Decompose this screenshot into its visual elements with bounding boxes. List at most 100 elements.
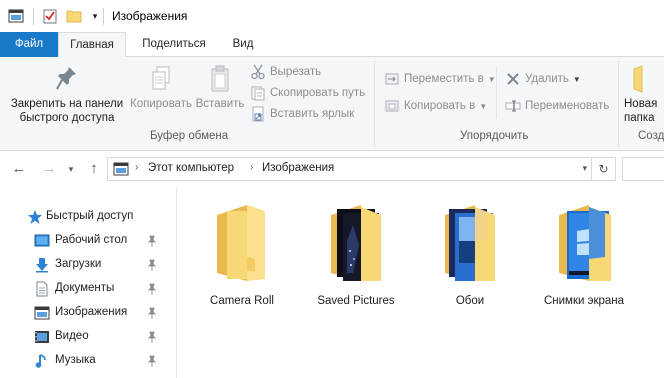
breadcrumb-pictures[interactable]: Изображения <box>262 162 334 174</box>
copy-icon <box>126 65 196 93</box>
sidebar-item-videos[interactable]: Видео <box>0 325 176 349</box>
sidebar-item-downloads[interactable]: Загрузки <box>0 253 176 277</box>
paste-button[interactable]: Вставить <box>194 65 246 111</box>
folder-label: Camera Roll <box>210 295 274 307</box>
delete-dropdown-icon: ▼ <box>572 74 581 84</box>
sidebar-item-music[interactable]: Музыка <box>0 349 176 373</box>
new-group-label: Созд <box>638 130 664 142</box>
this-pc-address-icon <box>113 161 129 180</box>
sidebar-item-label: Видео <box>55 330 89 342</box>
navigation-pane: Быстрый доступ Рабочий стол Загрузки Док… <box>0 187 180 378</box>
copy-path-label: Скопировать путь <box>270 87 366 99</box>
paste-label: Вставить <box>195 98 245 110</box>
properties-icon[interactable] <box>42 8 58 24</box>
new-folder-ribbon-icon <box>624 65 664 93</box>
clipboard-group-label: Буфер обмена <box>150 130 229 142</box>
paste-shortcut-label: Вставить ярлык <box>270 108 355 120</box>
copy-label: Копировать <box>130 98 192 110</box>
tab-home[interactable]: Главная <box>58 32 126 58</box>
desktop-icon <box>34 233 50 249</box>
sidebar-item-label: Музыка <box>55 354 96 366</box>
address-dropdown-icon[interactable]: ▾ <box>582 163 587 174</box>
folder-label: Снимки экрана <box>543 295 625 307</box>
sidebar-item-label: Рабочий стол <box>55 234 128 246</box>
copy-path-icon <box>250 85 266 101</box>
move-to-button[interactable]: Переместить в ▼ <box>384 70 496 88</box>
new-folder-button[interactable]: Новая папка <box>624 65 664 125</box>
copy-path-button[interactable]: Скопировать путь <box>250 84 365 102</box>
pinned-icon[interactable] <box>147 331 157 343</box>
new-folder-icon[interactable] <box>66 8 82 24</box>
title-separator <box>33 8 34 25</box>
tab-share[interactable]: Поделиться <box>130 32 218 57</box>
new-folder-label-line1: Новая <box>624 98 658 110</box>
new-folder-label-line2: папка <box>624 112 655 124</box>
tab-view[interactable]: Вид <box>222 32 264 57</box>
ribbon: Закрепить на панели быстрого доступа Коп… <box>0 57 664 151</box>
folder-item[interactable]: Снимки экрана <box>534 201 634 311</box>
scissors-icon <box>250 64 266 80</box>
group-separator-3 <box>618 61 619 147</box>
address-bar[interactable]: › Этот компьютер › Изображения ▾ ↻ <box>107 157 616 181</box>
search-input[interactable] <box>622 157 664 181</box>
sidebar-item-quick-access[interactable]: Быстрый доступ <box>0 205 176 229</box>
group-separator-2 <box>496 67 497 119</box>
up-arrow-icon[interactable]: ↑ <box>85 160 103 178</box>
refresh-icon[interactable]: ↻ <box>591 158 615 180</box>
paste-shortcut-button[interactable]: Вставить ярлык <box>250 105 354 123</box>
sidebar-item-label: Загрузки <box>55 258 102 270</box>
cut-button[interactable]: Вырезать <box>250 63 321 81</box>
navigation-bar: ← → ▾ ↑ › Этот компьютер › Изображения ▾… <box>0 151 664 187</box>
sidebar-item-label: Быстрый доступ <box>46 210 134 222</box>
explorer-window-icon[interactable] <box>8 8 24 24</box>
pin-label-line1: Закрепить на панели <box>10 98 124 110</box>
pinned-icon[interactable] <box>147 283 157 295</box>
rename-label: Переименовать <box>525 100 610 112</box>
sidebar-item-pictures[interactable]: Изображения <box>0 301 176 325</box>
tab-file[interactable]: Файл <box>0 32 58 57</box>
breadcrumb-separator-icon[interactable]: › <box>250 162 253 173</box>
breadcrumb-this-pc[interactable]: Этот компьютер <box>148 162 234 174</box>
folder-label: Обои <box>455 295 485 307</box>
pinned-icon[interactable] <box>147 355 157 367</box>
move-to-dropdown-icon: ▼ <box>487 74 496 84</box>
star-icon <box>27 209 43 225</box>
rename-button[interactable]: Переименовать <box>505 97 609 115</box>
music-icon <box>34 353 50 369</box>
folder-item[interactable]: Обои <box>420 201 520 311</box>
recent-locations-dropdown-icon[interactable]: ▾ <box>62 160 80 178</box>
window-title: Изображения <box>112 9 188 23</box>
pin-to-quick-access-button[interactable]: Закрепить на панели быстрого доступа <box>4 65 130 125</box>
breadcrumb-separator-icon[interactable]: › <box>135 162 138 173</box>
pinned-icon[interactable] <box>147 307 157 319</box>
copy-to-button[interactable]: Копировать в ▼ <box>384 97 487 115</box>
download-icon <box>34 257 50 273</box>
folder-icon <box>445 205 495 281</box>
forward-arrow-icon[interactable]: → <box>40 160 58 178</box>
pictures-icon <box>34 305 50 321</box>
copy-to-dropdown-icon: ▼ <box>479 101 488 111</box>
copy-button[interactable]: Копировать <box>126 65 196 111</box>
pinned-icon[interactable] <box>147 235 157 247</box>
delete-button[interactable]: Удалить ▼ <box>505 70 581 88</box>
folder-item[interactable]: Camera Roll <box>192 201 292 311</box>
rename-icon <box>505 98 521 114</box>
sidebar-item-desktop[interactable]: Рабочий стол <box>0 229 176 253</box>
copy-to-label: Копировать в <box>404 100 476 112</box>
quick-access-dropdown-icon[interactable]: ▾ <box>87 8 103 24</box>
paste-icon <box>194 65 246 93</box>
title-separator-2 <box>103 8 104 25</box>
copy-to-icon <box>384 98 400 114</box>
video-icon <box>34 329 50 345</box>
back-arrow-icon[interactable]: ← <box>10 160 28 178</box>
move-to-icon <box>384 71 400 87</box>
sidebar-item-documents[interactable]: Документы <box>0 277 176 301</box>
pin-icon <box>4 65 130 93</box>
group-separator-1 <box>374 61 375 147</box>
cut-label: Вырезать <box>270 66 322 78</box>
folder-item[interactable]: Saved Pictures <box>306 201 406 311</box>
pinned-icon[interactable] <box>147 259 157 271</box>
folder-label: Saved Pictures <box>317 295 395 307</box>
sidebar-item-label: Изображения <box>55 306 128 318</box>
pin-label-line2: быстрого доступа <box>19 112 115 124</box>
